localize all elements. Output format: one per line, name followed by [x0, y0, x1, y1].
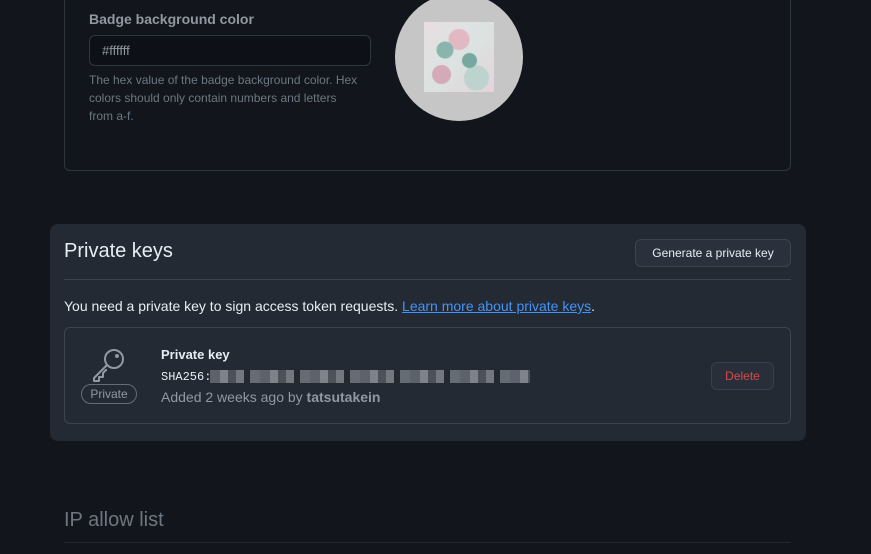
badge-color-label: Badge background color: [89, 11, 254, 27]
added-by-user: tatsutakein: [306, 389, 381, 405]
badge-color-input[interactable]: [89, 35, 371, 66]
added-text: Added 2 weeks ago by: [161, 389, 307, 405]
ip-allow-list-title: IP allow list: [64, 509, 164, 531]
fingerprint-redacted: [210, 370, 530, 383]
private-key-name: Private key: [161, 347, 230, 362]
private-keys-intro: You need a private key to sign access to…: [64, 298, 595, 314]
private-keys-title: Private keys: [64, 240, 173, 262]
badge-logo-image: [424, 22, 494, 92]
intro-end: .: [591, 298, 596, 314]
delete-key-button[interactable]: Delete: [711, 362, 774, 390]
private-badge: Private: [81, 384, 137, 404]
key-icon: [93, 349, 124, 382]
section-divider: [64, 279, 791, 280]
intro-text: You need a private key to sign access to…: [64, 298, 403, 314]
private-key-added: Added 2 weeks ago by tatsutakein: [161, 389, 380, 405]
generate-private-key-button[interactable]: Generate a private key: [635, 239, 791, 267]
settings-page: Badge background color The hex value of …: [0, 0, 871, 554]
badge-color-help: The hex value of the badge background co…: [89, 73, 358, 123]
private-key-fingerprint: SHA256:: [161, 370, 212, 384]
ip-section-divider: [64, 542, 791, 543]
learn-more-link[interactable]: Learn more about private keys: [402, 298, 591, 314]
